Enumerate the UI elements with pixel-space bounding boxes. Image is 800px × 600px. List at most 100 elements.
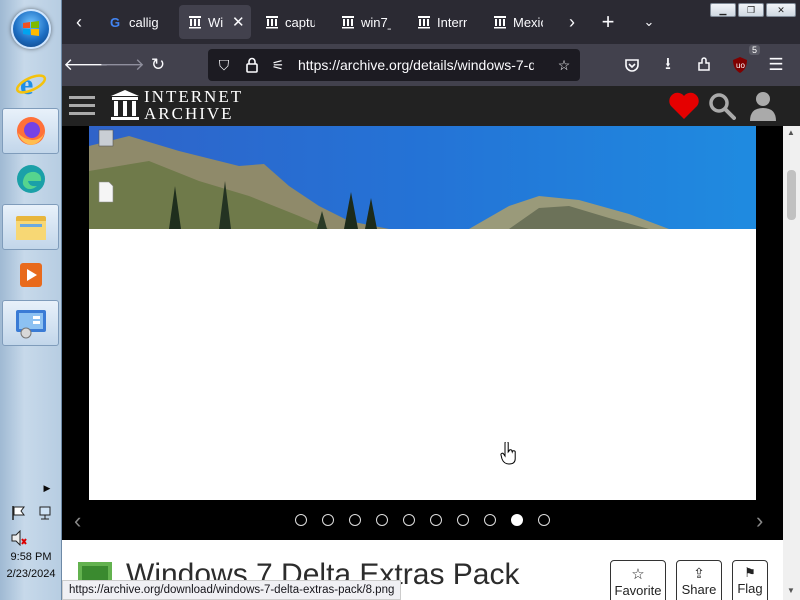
forward-button[interactable]: 🡒	[99, 51, 145, 79]
archive-icon	[189, 16, 201, 29]
extension-badge-count: 5	[748, 45, 760, 55]
downloads-icon[interactable]: ⭳	[654, 51, 682, 79]
share-label: Share	[681, 582, 717, 597]
carousel-dot[interactable]	[295, 514, 307, 526]
back-button[interactable]: 🡐	[63, 51, 109, 79]
scroll-up-icon[interactable]: ▲	[787, 128, 795, 137]
close-window-button[interactable]: ✕	[766, 3, 796, 17]
close-tab-icon[interactable]: ✕	[232, 13, 245, 31]
svg-text:uo: uo	[736, 61, 745, 70]
image-carousel: ‹ ›	[62, 126, 783, 540]
volume-muted-icon[interactable]	[10, 530, 28, 546]
media-player-icon	[19, 263, 42, 287]
user-account-icon[interactable]	[748, 90, 778, 122]
logo-line-1: INTERNET	[144, 87, 244, 106]
page-scrollbar[interactable]: ▲ ▼	[783, 126, 800, 600]
carousel-dots	[295, 514, 550, 526]
network-icon[interactable]	[36, 505, 54, 521]
carousel-dot[interactable]	[322, 514, 334, 526]
scroll-tabs-right-icon[interactable]: ›	[557, 0, 587, 44]
taskbar-media-player[interactable]	[2, 252, 59, 298]
url-bar[interactable]: ⛉ ⚟ ☆	[208, 49, 580, 81]
taskbar-edge[interactable]	[2, 156, 59, 202]
tab-strip: ‹ G calligr Wi ✕ captu win7_ Intern Mexi…	[62, 0, 800, 44]
carousel-slide-image[interactable]	[89, 126, 756, 500]
carousel-dot[interactable]	[349, 514, 361, 526]
flag-icon: ⚑	[744, 565, 756, 580]
carousel-dot[interactable]	[430, 514, 442, 526]
tracking-protection-shield-icon[interactable]: ⛉	[214, 55, 234, 75]
tab-1[interactable]: Wi ✕	[179, 5, 251, 39]
navigation-toolbar: 🡐 🡒 ↻ ⛉ ⚟ ☆ ⭳ uo 5 ☰	[62, 44, 800, 86]
search-icon[interactable]	[708, 92, 736, 120]
carousel-navigation: ‹ ›	[62, 500, 783, 540]
ia-logo-wordmark[interactable]: INTERNET ARCHIVE	[144, 88, 243, 122]
tab-4[interactable]: Intern	[408, 5, 478, 39]
new-tab-icon[interactable]: +	[593, 0, 623, 44]
action-center-flag-icon[interactable]	[10, 505, 28, 521]
archive-icon	[342, 16, 354, 29]
clock-date[interactable]: 2/23/2024	[0, 568, 62, 580]
carousel-dot[interactable]	[484, 514, 496, 526]
favorite-label: Favorite	[614, 583, 662, 598]
ia-top-nav: INTERNET ARCHIVE	[62, 86, 800, 126]
permissions-icon[interactable]: ⚟	[268, 55, 288, 75]
carousel-dot[interactable]	[403, 514, 415, 526]
folder-icon	[15, 216, 46, 240]
screenshot-preview-image	[89, 126, 756, 500]
tab-2[interactable]: captu	[256, 5, 326, 39]
url-input[interactable]	[298, 55, 534, 75]
hamburger-menu-icon[interactable]	[68, 93, 96, 119]
hand-pointer-cursor-icon	[500, 442, 516, 465]
archive-icon	[418, 16, 430, 29]
extensions-icon[interactable]	[690, 51, 718, 79]
control-panel-icon	[15, 310, 46, 339]
google-icon: G	[110, 15, 120, 29]
flag-label: Flag	[737, 581, 763, 596]
tab-title: win7_	[361, 14, 391, 30]
minimize-window-button[interactable]: ▁	[710, 3, 736, 17]
taskbar-internet-explorer[interactable]: e	[2, 60, 59, 106]
clock-time[interactable]: 9:58 PM	[0, 551, 62, 563]
restore-window-button[interactable]: ❐	[738, 3, 764, 17]
list-all-tabs-icon[interactable]: ⌄	[634, 0, 664, 44]
favorite-button[interactable]: ☆ Favorite	[610, 560, 666, 600]
reload-button[interactable]: ↻	[144, 51, 172, 79]
tab-title: Wi	[208, 14, 224, 30]
ublock-origin-icon[interactable]: uo 5	[726, 45, 760, 79]
next-slide-icon[interactable]: ›	[756, 508, 763, 534]
start-button[interactable]	[11, 9, 51, 49]
app-menu-icon[interactable]: ☰	[762, 51, 790, 79]
pocket-icon[interactable]	[618, 51, 646, 79]
share-button[interactable]: ⇪ Share	[676, 560, 722, 600]
scroll-tabs-left-icon[interactable]: ‹	[64, 0, 94, 44]
carousel-dot[interactable]	[538, 514, 550, 526]
tab-title: captu	[285, 14, 315, 30]
taskbar-control-panel[interactable]	[2, 300, 59, 346]
tab-0[interactable]: G calligr	[100, 5, 174, 39]
tab-3[interactable]: win7_	[332, 5, 402, 39]
link-status-bar: https://archive.org/download/windows-7-d…	[62, 580, 402, 600]
star-icon: ☆	[631, 566, 645, 583]
windows-logo-icon	[23, 21, 39, 36]
scrollbar-thumb[interactable]	[787, 170, 796, 220]
donate-heart-icon[interactable]	[668, 92, 700, 120]
page-content: ‹ › Windows 7 Delta Extras Pack ☆ Favori…	[62, 126, 783, 600]
taskbar-firefox[interactable]	[2, 108, 59, 154]
tray-expand-icon[interactable]: ▶	[0, 482, 62, 494]
taskbar-file-explorer[interactable]	[2, 204, 59, 250]
internet-archive-logo-icon[interactable]	[110, 89, 140, 121]
tab-title: calligr	[129, 14, 159, 30]
scroll-down-icon[interactable]: ▼	[787, 586, 795, 595]
previous-slide-icon[interactable]: ‹	[74, 508, 81, 534]
bookmark-star-icon[interactable]: ☆	[554, 55, 574, 75]
flag-button[interactable]: ⚑ Flag	[732, 560, 768, 600]
logo-line-2: ARCHIVE	[144, 104, 234, 123]
lock-icon[interactable]	[242, 55, 262, 75]
tab-5[interactable]: Mexic	[484, 5, 554, 39]
taskbar: e ▶ 9:58 PM 2/23/2024	[0, 0, 62, 600]
carousel-dot[interactable]	[511, 514, 523, 526]
carousel-dot[interactable]	[457, 514, 469, 526]
svg-text:G: G	[110, 15, 120, 29]
carousel-dot[interactable]	[376, 514, 388, 526]
